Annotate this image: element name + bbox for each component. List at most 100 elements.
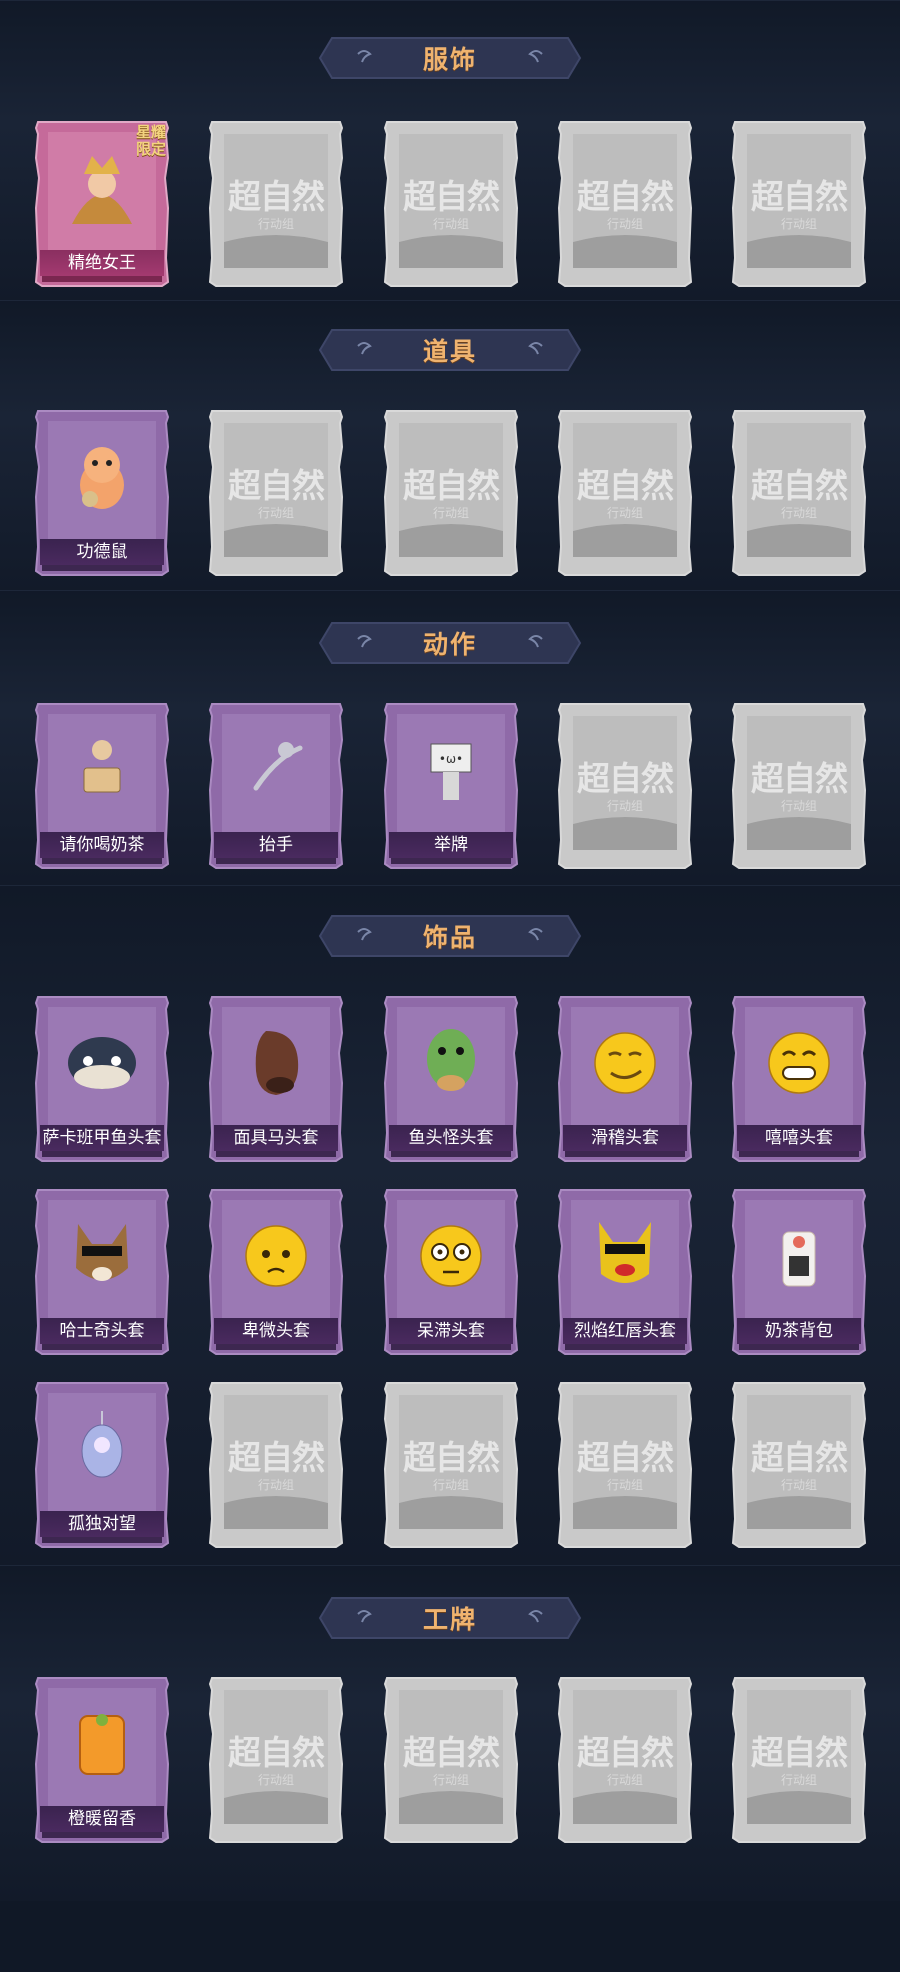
section-banner: 饰品 [318,910,582,962]
placeholder-subtitle: 行动组 [780,799,817,813]
placeholder-emblem: 超自然 [228,1733,325,1772]
placeholder-subtitle: 行动组 [780,1478,817,1492]
locked-card[interactable]: 超自然 行动组 [206,118,346,290]
hamster-figure-icon [80,447,124,509]
limited-badge: 星耀 限定 [135,123,166,158]
section-banner: 道具 [318,324,582,376]
card-label: 呆滞头套 [389,1318,513,1344]
section-title: 饰品 [422,923,477,952]
placeholder-emblem: 超自然 [577,1438,674,1477]
locked-card[interactable]: 超自然 行动组 [729,1379,869,1551]
collection-card[interactable]: 请你喝奶茶 [32,700,172,872]
svg-text:•ω•: •ω• [439,752,463,766]
card-label: 萨卡班甲鱼头套 [40,1125,164,1151]
locked-card[interactable]: 超自然 行动组 [555,407,695,579]
section-title: 服饰 [422,45,477,74]
card-label: 哈士奇头套 [40,1318,164,1344]
placeholder-subtitle: 行动组 [606,1478,643,1492]
locked-card[interactable]: 超自然 行动组 [381,407,521,579]
card-label: 抬手 [214,832,338,858]
grin-face-icon [768,1032,830,1094]
milk-tea-bag-icon [782,1231,816,1287]
placeholder-subtitle: 行动组 [780,217,817,231]
collection-card[interactable]: 橙暖留香 [32,1674,172,1846]
orange-badge-icon [79,1714,125,1775]
collection-card[interactable]: 奶茶背包 [729,1186,869,1358]
locked-card[interactable]: 超自然 行动组 [555,1379,695,1551]
queen-portrait-icon [72,156,132,224]
locked-card[interactable]: 超自然 行动组 [381,1674,521,1846]
card-label: 烈焰红唇头套 [563,1318,687,1344]
collection-card[interactable]: 抬手 [206,700,346,872]
collection-card[interactable]: 功德鼠 [32,407,172,579]
section-banner: 工牌 [318,1592,582,1644]
collection-card[interactable]: 烈焰红唇头套 [555,1186,695,1358]
fishhead-mask-icon [427,1029,475,1091]
card-label: 橙暖留香 [40,1806,164,1832]
section-banner: 服饰 [318,32,582,84]
section-banner: 动作 [318,617,582,669]
pleading-face-icon [245,1225,307,1287]
placeholder-emblem: 超自然 [577,759,674,798]
raise-hand-pose-icon [253,742,303,791]
collection-card[interactable]: 星耀 限定精绝女王 [32,118,172,290]
placeholder-emblem: 超自然 [751,1733,848,1772]
collection-card[interactable]: 呆滞头套 [381,1186,521,1358]
card-label: 奶茶背包 [737,1318,861,1344]
collection-card[interactable]: 嘻嘻头套 [729,993,869,1165]
locked-card[interactable]: 超自然 行动组 [206,1674,346,1846]
collection-card[interactable]: 哈士奇头套 [32,1186,172,1358]
placeholder-subtitle: 行动组 [780,506,817,520]
collection-card[interactable]: 孤独对望 [32,1379,172,1551]
section-title: 工牌 [422,1605,477,1634]
placeholder-subtitle: 行动组 [432,1478,469,1492]
card-label: 功德鼠 [40,539,164,565]
locked-card[interactable]: 超自然 行动组 [206,1379,346,1551]
placeholder-emblem: 超自然 [577,466,674,505]
placeholder-emblem: 超自然 [751,177,848,216]
locked-card[interactable]: 超自然 行动组 [381,118,521,290]
card-label: 嘻嘻头套 [737,1125,861,1151]
placeholder-emblem: 超自然 [751,1438,848,1477]
placeholder-subtitle: 行动组 [606,1773,643,1787]
placeholder-emblem: 超自然 [228,177,325,216]
collection-card[interactable]: •ω• 举牌 [381,700,521,872]
milk-tea-pose-icon [83,740,121,793]
husky-mask-icon [76,1224,128,1281]
collection-card[interactable]: 滑稽头套 [555,993,695,1165]
locked-card[interactable]: 超自然 行动组 [555,700,695,872]
card-label: 举牌 [389,832,513,858]
collection-card[interactable]: 鱼头怪头套 [381,993,521,1165]
placeholder-subtitle: 行动组 [606,217,643,231]
placeholder-subtitle: 行动组 [432,217,469,231]
placeholder-subtitle: 行动组 [257,1773,294,1787]
horse-mask-icon [255,1031,299,1095]
card-label: 精绝女王 [40,250,164,276]
placeholder-subtitle: 行动组 [257,1478,294,1492]
hold-sign-pose-icon: •ω• [430,743,472,800]
card-label: 滑稽头套 [563,1125,687,1151]
placeholder-emblem: 超自然 [751,466,848,505]
placeholder-subtitle: 行动组 [432,1773,469,1787]
collection-card[interactable]: 卑微头套 [206,1186,346,1358]
locked-card[interactable]: 超自然 行动组 [729,118,869,290]
locked-card[interactable]: 超自然 行动组 [729,1674,869,1846]
locked-card[interactable]: 超自然 行动组 [206,407,346,579]
locked-card[interactable]: 超自然 行动组 [555,118,695,290]
collection-card[interactable]: 面具马头套 [206,993,346,1165]
placeholder-emblem: 超自然 [228,1438,325,1477]
locked-card[interactable]: 超自然 行动组 [555,1674,695,1846]
pika-mask-icon [599,1222,651,1283]
placeholder-emblem: 超自然 [403,177,500,216]
locked-card[interactable]: 超自然 行动组 [381,1379,521,1551]
placeholder-emblem: 超自然 [577,1733,674,1772]
placeholder-subtitle: 行动组 [606,799,643,813]
locked-card[interactable]: 超自然 行动组 [729,407,869,579]
card-label: 孤独对望 [40,1511,164,1537]
placeholder-emblem: 超自然 [403,466,500,505]
card-label: 鱼头怪头套 [389,1125,513,1151]
smirk-face-icon [594,1032,656,1094]
collection-card[interactable]: 萨卡班甲鱼头套 [32,993,172,1165]
locked-card[interactable]: 超自然 行动组 [729,700,869,872]
section-title: 道具 [422,337,477,366]
